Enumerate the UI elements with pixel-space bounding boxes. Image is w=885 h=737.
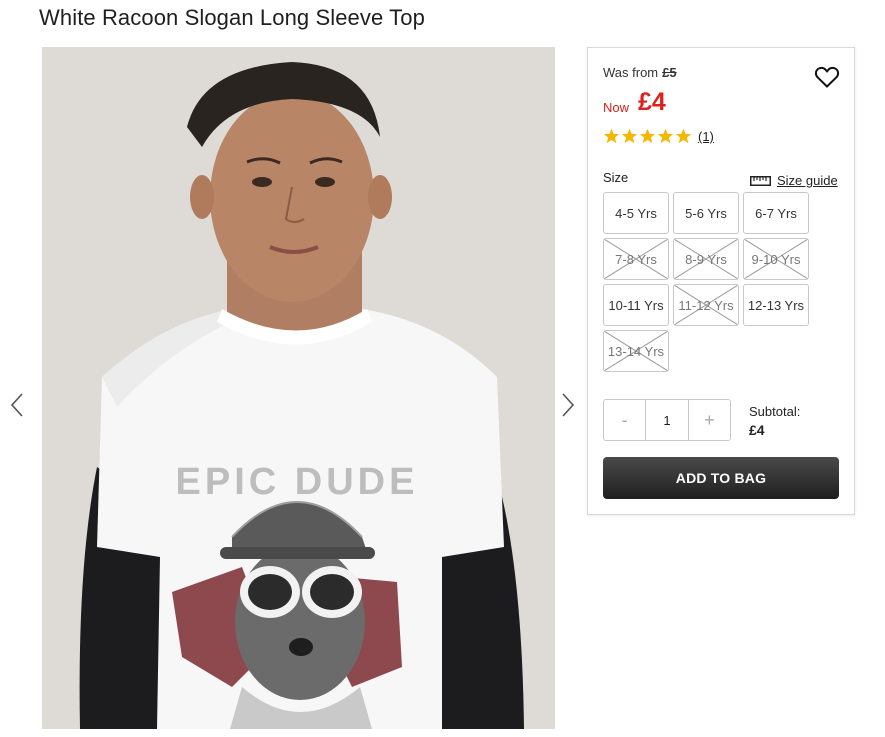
star-icon [639,128,656,144]
size-option-unavailable[interactable]: 13-14 Yrs [603,330,669,372]
size-option-label: 9-10 Yrs [751,251,801,267]
now-price-label: Now [603,100,630,115]
size-option-label: 10-11 Yrs [608,297,664,313]
star-icon [621,128,638,144]
size-option[interactable]: 6-7 Yrs [743,192,809,234]
quantity-input[interactable]: 1 [645,400,689,440]
size-guide-link[interactable]: Size guide [750,173,838,188]
was-price-value: £5 [662,65,677,80]
product-image: EPIC DUDE [42,47,555,729]
chevron-left-icon [10,393,23,417]
size-option-unavailable[interactable]: 11-12 Yrs [673,284,739,326]
rating-stars [603,128,692,144]
review-count-link[interactable]: (1) [698,129,714,144]
size-option[interactable]: 12-13 Yrs [743,284,809,326]
subtotal-value: £4 [749,422,765,438]
size-option-label: 7-8 Yrs [615,251,657,267]
size-option-label: 6-7 Yrs [755,205,797,221]
shirt-print-text: EPIC DUDE [176,461,419,503]
was-price-label: Was from [603,65,659,80]
product-title: White Racoon Slogan Long Sleeve Top [39,5,425,30]
wishlist-button[interactable] [814,65,840,89]
purchase-panel: Was from £5 Now £4 (1) Size Size guide 4-… [587,47,855,515]
size-option-label: 13-14 Yrs [607,343,665,359]
size-option-label: 11-12 Yrs [678,297,734,313]
size-option-label: 4-5 Yrs [615,205,657,221]
add-to-bag-button[interactable]: ADD TO BAG [603,457,839,499]
heart-icon [814,66,840,88]
star-icon [657,128,674,144]
prev-image-button[interactable] [8,392,28,418]
subtotal-label: Subtotal: [749,404,801,419]
star-icon [603,128,620,144]
size-option[interactable]: 4-5 Yrs [603,192,669,234]
product-photo-illustration: EPIC DUDE [42,47,555,729]
size-option-label: 8-9 Yrs [685,251,727,267]
size-option-unavailable[interactable]: 7-8 Yrs [603,238,669,280]
was-price: Was from £5 [603,65,677,80]
size-option-unavailable[interactable]: 8-9 Yrs [673,238,739,280]
size-option-label: 12-13 Yrs [747,297,805,313]
quantity-decrease-button[interactable]: - [604,400,645,440]
size-option[interactable]: 5-6 Yrs [673,192,739,234]
size-option-label: 5-6 Yrs [685,205,727,221]
quantity-increase-button[interactable]: + [689,400,730,440]
size-guide-label: Size guide [777,173,838,188]
size-options: 4-5 Yrs 5-6 Yrs 6-7 Yrs 7-8 Yrs 8-9 Yrs 9-10 … [603,192,818,372]
next-image-button[interactable] [557,392,577,418]
now-price-value: £4 [638,88,666,116]
chevron-right-icon [562,393,575,417]
ruler-icon [750,175,771,186]
size-option-unavailable[interactable]: 9-10 Yrs [743,238,809,280]
star-icon [675,128,692,144]
size-label: Size [603,170,629,185]
quantity-stepper: - 1 + [603,399,731,441]
size-option[interactable]: 10-11 Yrs [603,284,669,326]
